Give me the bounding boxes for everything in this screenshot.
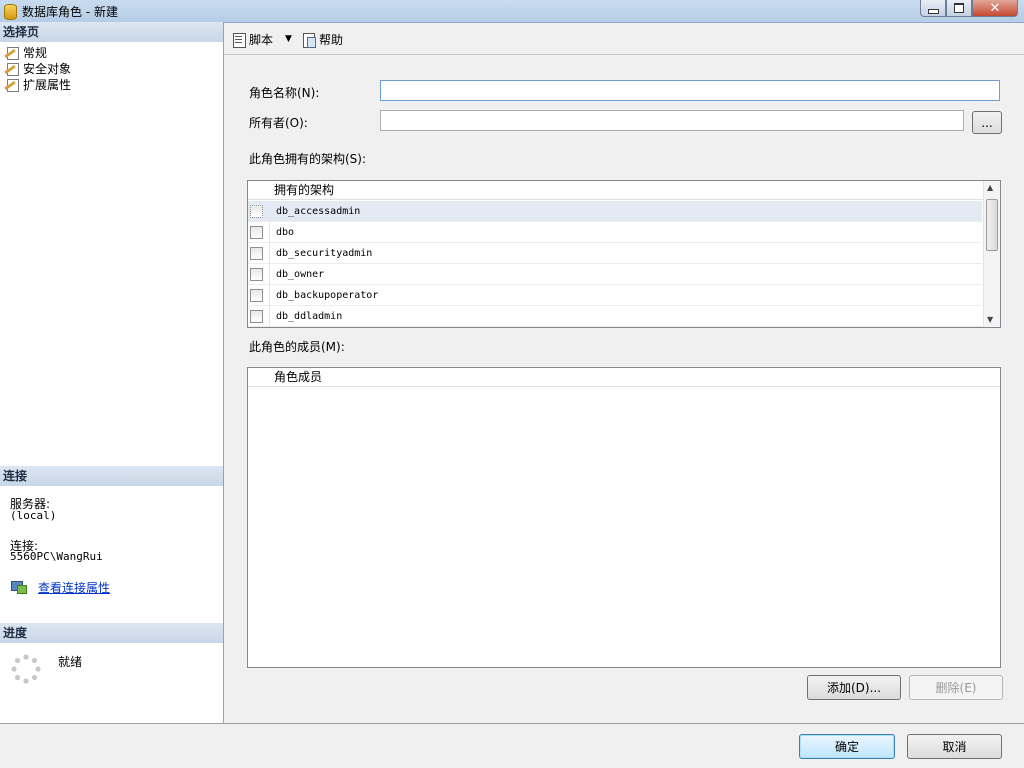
- script-label: 脚本: [249, 32, 274, 47]
- nav-item-extended-properties[interactable]: 扩展属性: [4, 76, 71, 92]
- schema-checkbox[interactable]: [250, 267, 263, 281]
- progress-spinner-icon: [11, 654, 41, 684]
- owner-input[interactable]: [380, 110, 964, 131]
- nav-item-label: 安全对象: [23, 61, 72, 76]
- title-bar: [0, 0, 1024, 23]
- schema-name: db_owner: [276, 268, 325, 280]
- members-label: 此角色的成员(M):: [249, 340, 345, 354]
- role-name-input[interactable]: [380, 80, 1000, 101]
- maximize-button[interactable]: [946, 0, 972, 17]
- view-connection-properties-link[interactable]: 查看连接属性: [38, 579, 110, 596]
- close-icon: ✕: [989, 0, 1001, 16]
- page-edit-icon: [4, 46, 19, 60]
- schemas-grid-header: 拥有的架构: [248, 181, 984, 200]
- toolbar-divider: [224, 54, 1024, 55]
- owner-label: 所有者(O):: [249, 116, 308, 130]
- schema-checkbox[interactable]: [250, 309, 263, 323]
- help-button[interactable]: 帮助: [302, 31, 343, 48]
- script-icon: [231, 32, 246, 48]
- schema-checkbox[interactable]: [250, 246, 263, 260]
- schema-row[interactable]: dbo: [248, 222, 982, 243]
- schema-name: dbo: [276, 226, 295, 238]
- nav-item-general[interactable]: 常规: [4, 44, 47, 60]
- minimize-button[interactable]: [920, 0, 946, 17]
- left-pane: 选择页 常规 安全对象 扩展属性 连接 服务器: (local) 连接: 556…: [0, 22, 224, 723]
- connection-header: 连接: [0, 466, 223, 486]
- maximize-icon: [954, 3, 964, 13]
- select-page-header: 选择页: [0, 22, 223, 42]
- toolbar: 脚本 ▼ 帮助: [224, 27, 343, 51]
- chevron-down-icon[interactable]: ▼: [285, 34, 292, 44]
- scroll-up-icon[interactable]: ▲: [987, 183, 993, 192]
- help-icon: [302, 32, 316, 48]
- page-edit-icon: [4, 78, 19, 92]
- page-edit-icon: [4, 62, 19, 76]
- role-name-label: 角色名称(N):: [249, 86, 320, 100]
- ok-button[interactable]: 确定: [799, 734, 895, 759]
- window-title: 数据库角色 - 新建: [22, 5, 118, 19]
- footer-divider: [0, 723, 1024, 724]
- schema-row[interactable]: db_owner: [248, 264, 982, 285]
- remove-member-button[interactable]: 删除(E): [909, 675, 1003, 700]
- schema-row[interactable]: db_securityadmin: [248, 243, 982, 264]
- schema-name: db_accessadmin: [276, 205, 361, 217]
- scroll-down-icon[interactable]: ▼: [987, 315, 993, 324]
- members-grid[interactable]: 角色成员: [247, 367, 1001, 668]
- cancel-button[interactable]: 取消: [907, 734, 1002, 759]
- add-member-button[interactable]: 添加(D)...: [807, 675, 901, 700]
- schema-checkbox[interactable]: [250, 288, 263, 302]
- connection-properties-icon: [11, 579, 27, 594]
- schema-checkbox[interactable]: [250, 225, 263, 239]
- schemas-label: 此角色拥有的架构(S):: [249, 152, 367, 166]
- schemas-grid[interactable]: 拥有的架构 db_accessadmin dbo db_securityadmi…: [247, 180, 1001, 328]
- schema-row[interactable]: db_backupoperator: [248, 285, 982, 306]
- schema-name: db_ddladmin: [276, 310, 343, 322]
- members-column-header: 角色成员: [274, 370, 323, 384]
- scroll-thumb[interactable]: [986, 199, 998, 251]
- nav-item-label: 扩展属性: [23, 77, 72, 92]
- database-icon: [4, 4, 17, 20]
- schemas-column-header: 拥有的架构: [274, 183, 335, 197]
- server-value: (local): [10, 509, 57, 522]
- progress-header: 进度: [0, 623, 223, 643]
- help-label: 帮助: [318, 32, 343, 47]
- schema-name: db_securityadmin: [276, 247, 373, 259]
- connection-value: 5560PC\WangRui: [10, 550, 103, 563]
- schema-row[interactable]: db_ddladmin: [248, 306, 982, 327]
- schemas-scrollbar[interactable]: ▲ ▼: [983, 181, 1000, 327]
- nav-item-securables[interactable]: 安全对象: [4, 60, 71, 76]
- close-button[interactable]: ✕: [972, 0, 1018, 17]
- browse-owner-button[interactable]: ...: [972, 111, 1002, 134]
- progress-status: 就绪: [58, 655, 83, 669]
- script-button[interactable]: 脚本: [231, 31, 273, 48]
- schema-checkbox[interactable]: [250, 204, 263, 218]
- nav-item-label: 常规: [23, 45, 48, 60]
- members-grid-header: 角色成员: [248, 368, 1000, 387]
- schema-row[interactable]: db_accessadmin: [248, 201, 982, 222]
- minimize-icon: [927, 8, 939, 14]
- schema-name: db_backupoperator: [276, 289, 379, 301]
